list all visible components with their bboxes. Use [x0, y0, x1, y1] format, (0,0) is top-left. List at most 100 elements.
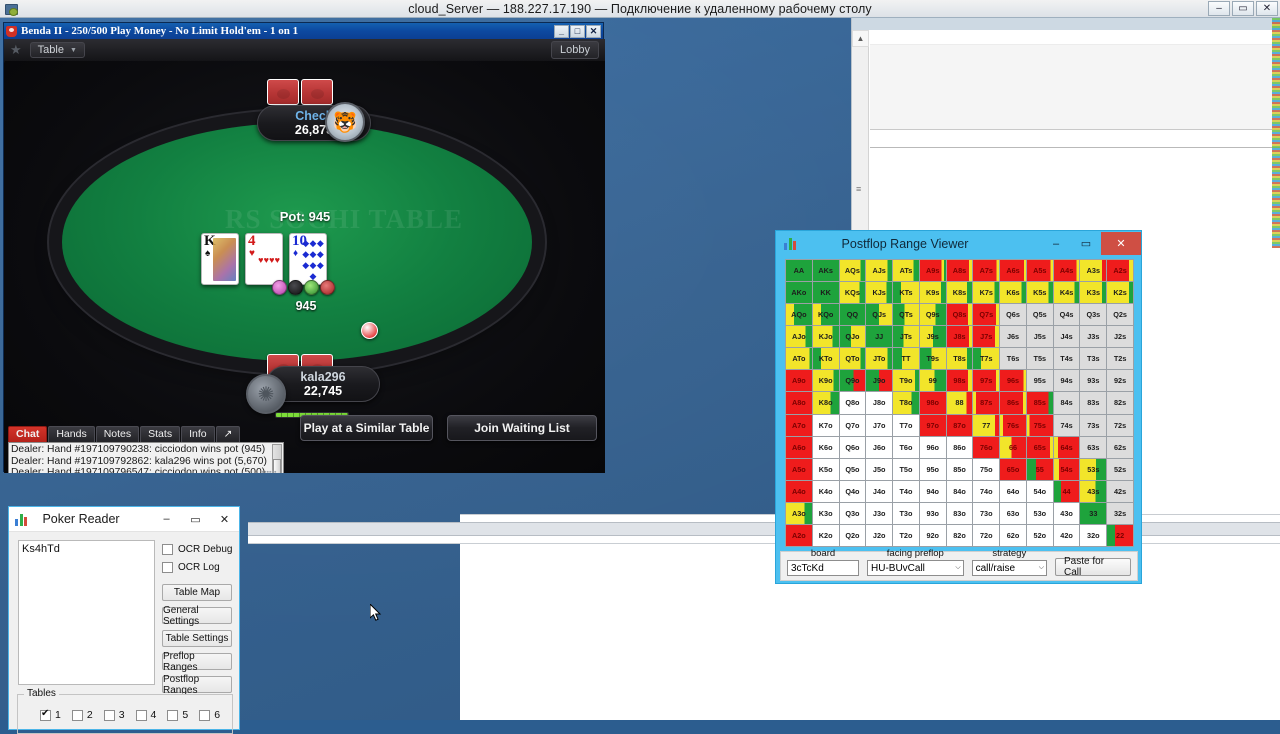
range-cell-63o[interactable]: 63o [1000, 503, 1026, 524]
range-cell-J6o[interactable]: J6o [866, 437, 892, 458]
range-cell-J8s[interactable]: J8s [947, 326, 973, 347]
range-cell-AQs[interactable]: AQs [840, 260, 866, 281]
range-cell-T5o[interactable]: T5o [893, 459, 919, 480]
range-cell-T9o[interactable]: T9o [893, 370, 919, 391]
tab-chat[interactable]: Chat [8, 426, 47, 442]
range-cell-76s[interactable]: 76s [1000, 415, 1026, 436]
range-cell-K2s[interactable]: K2s [1107, 282, 1133, 303]
range-cell-KK[interactable]: KK [813, 282, 839, 303]
range-cell-Q7o[interactable]: Q7o [840, 415, 866, 436]
star-icon[interactable]: ★ [10, 42, 22, 58]
range-cell-A8s[interactable]: A8s [947, 260, 973, 281]
tables-checkbox-row[interactable]: 1 2 3 4 5 6 [40, 709, 220, 721]
range-cell-K3s[interactable]: K3s [1080, 282, 1106, 303]
scroll-up-arrow[interactable]: ▲ [852, 30, 869, 47]
range-grid[interactable]: AAAKsAQsAJsATsA9sA8sA7sA6sA5sA4sA3sA2sAK… [785, 259, 1134, 547]
range-cell-96s[interactable]: 96s [1000, 370, 1026, 391]
range-cell-83s[interactable]: 83s [1080, 392, 1106, 413]
range-cell-KTs[interactable]: KTs [893, 282, 919, 303]
range-cell-75s[interactable]: 75s [1027, 415, 1053, 436]
rdp-close-button[interactable]: ✕ [1256, 1, 1278, 16]
rdp-minimize-button[interactable]: – [1208, 1, 1230, 16]
range-cell-K9o[interactable]: K9o [813, 370, 839, 391]
range-cell-T6o[interactable]: T6o [893, 437, 919, 458]
range-cell-AKs[interactable]: AKs [813, 260, 839, 281]
range-cell-QTs[interactable]: QTs [893, 304, 919, 325]
range-cell-KQo[interactable]: KQo [813, 304, 839, 325]
range-cell-K2o[interactable]: K2o [813, 525, 839, 546]
range-cell-KQs[interactable]: KQs [840, 282, 866, 303]
poker-maximize-button[interactable]: □ [570, 25, 585, 38]
range-cell-94s[interactable]: 94s [1054, 370, 1080, 391]
volume-slider-icon[interactable]: ▪▪▪▪▪▪ [262, 442, 276, 473]
tab-notes[interactable]: Notes [96, 426, 139, 442]
range-cell-T7o[interactable]: T7o [893, 415, 919, 436]
join-waiting-list-button[interactable]: Join Waiting List [447, 415, 597, 441]
range-cell-AKo[interactable]: AKo [786, 282, 812, 303]
facing-preflop-select[interactable]: HU-BUvCall ⌵ [867, 560, 964, 576]
range-cell-A4s[interactable]: A4s [1054, 260, 1080, 281]
range-cell-62o[interactable]: 62o [1000, 525, 1026, 546]
range-cell-K7o[interactable]: K7o [813, 415, 839, 436]
range-cell-22[interactable]: 22 [1107, 525, 1133, 546]
chat-panel[interactable]: Chat Hands Notes Stats Info ↗ Dealer: Ha… [8, 426, 284, 473]
range-cell-42s[interactable]: 42s [1107, 481, 1133, 502]
range-cell-42o[interactable]: 42o [1054, 525, 1080, 546]
range-cell-85s[interactable]: 85s [1027, 392, 1053, 413]
scroll-grip-icon[interactable]: ≡ [856, 185, 865, 195]
range-cell-86o[interactable]: 86o [947, 437, 973, 458]
table-settings-button[interactable]: Table Settings [162, 630, 232, 647]
range-cell-65s[interactable]: 65s [1027, 437, 1053, 458]
range-cell-94o[interactable]: 94o [920, 481, 946, 502]
poker-minimize-button[interactable]: _ [554, 25, 569, 38]
range-cell-T8o[interactable]: T8o [893, 392, 919, 413]
seat-bottom-avatar[interactable]: ✺ [246, 374, 286, 414]
ocr-debug-checkbox[interactable]: OCR Debug [162, 544, 232, 555]
range-cell-AQo[interactable]: AQo [786, 304, 812, 325]
range-cell-97o[interactable]: 97o [920, 415, 946, 436]
ocr-log-checkbox[interactable]: OCR Log [162, 562, 220, 573]
range-cell-T5s[interactable]: T5s [1027, 348, 1053, 369]
table-checkbox-5[interactable]: 5 [167, 709, 188, 721]
range-cell-54s[interactable]: 54s [1054, 459, 1080, 480]
range-cell-ATs[interactable]: ATs [893, 260, 919, 281]
range-cell-Q7s[interactable]: Q7s [973, 304, 999, 325]
range-cell-Q9o[interactable]: Q9o [840, 370, 866, 391]
table-checkbox-6[interactable]: 6 [199, 709, 220, 721]
range-cell-52o[interactable]: 52o [1027, 525, 1053, 546]
range-cell-72o[interactable]: 72o [973, 525, 999, 546]
range-cell-A5s[interactable]: A5s [1027, 260, 1053, 281]
range-cell-J6s[interactable]: J6s [1000, 326, 1026, 347]
rdp-window-controls[interactable]: – ▭ ✕ [1208, 1, 1278, 16]
range-cell-T9s[interactable]: T9s [920, 348, 946, 369]
range-cell-53s[interactable]: 53s [1080, 459, 1106, 480]
range-cell-AJs[interactable]: AJs [866, 260, 892, 281]
range-cell-92o[interactable]: 92o [920, 525, 946, 546]
range-cell-77[interactable]: 77 [973, 415, 999, 436]
range-cell-J8o[interactable]: J8o [866, 392, 892, 413]
table-map-button[interactable]: Table Map [162, 584, 232, 601]
play-similar-table-button[interactable]: Play at a Similar Table [300, 415, 433, 441]
range-cell-A4o[interactable]: A4o [786, 481, 812, 502]
range-cell-KJs[interactable]: KJs [866, 282, 892, 303]
range-cell-95s[interactable]: 95s [1027, 370, 1053, 391]
table-checkbox-3[interactable]: 3 [104, 709, 125, 721]
range-cell-97s[interactable]: 97s [973, 370, 999, 391]
checkbox-box[interactable] [40, 710, 51, 721]
general-settings-button[interactable]: General Settings [162, 607, 232, 624]
range-cell-Q6s[interactable]: Q6s [1000, 304, 1026, 325]
tab-stats[interactable]: Stats [140, 426, 180, 442]
postflop-range-viewer-window[interactable]: Postflop Range Viewer – ▭ ✕ AAAKsAQsAJsA… [775, 230, 1142, 584]
range-cell-62s[interactable]: 62s [1107, 437, 1133, 458]
range-cell-76o[interactable]: 76o [973, 437, 999, 458]
chat-log[interactable]: Dealer: Hand #197109790238: cicciodon wi… [8, 442, 284, 473]
range-cell-Q4s[interactable]: Q4s [1054, 304, 1080, 325]
range-cell-K4s[interactable]: K4s [1054, 282, 1080, 303]
range-cell-T7s[interactable]: T7s [973, 348, 999, 369]
range-cell-Q2s[interactable]: Q2s [1107, 304, 1133, 325]
reader-maximize-button[interactable]: ▭ [181, 508, 210, 531]
range-cell-53o[interactable]: 53o [1027, 503, 1053, 524]
range-cell-93s[interactable]: 93s [1080, 370, 1106, 391]
range-cell-72s[interactable]: 72s [1107, 415, 1133, 436]
range-cell-88[interactable]: 88 [947, 392, 973, 413]
